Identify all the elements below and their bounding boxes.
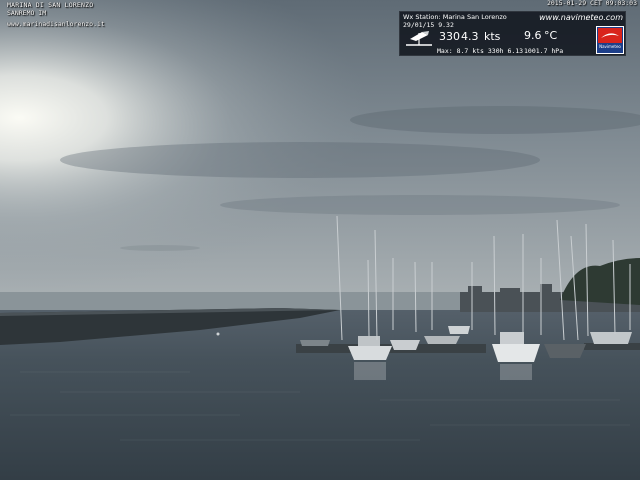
weather-date-time: 29/01/15 9.32 [403,21,454,29]
temperature-unit: °C [544,29,558,42]
wind-unit: kts [484,30,501,43]
navimeteo-logo-mark [598,28,622,43]
navimeteo-logo: Navimeteo [596,26,624,54]
weather-site-link: www.navimeteo.com [539,13,623,22]
pressure-value: 1001.7 hPa [524,47,564,55]
camera-url: www.marinadisanlorenzo.it [7,20,105,28]
navimeteo-logo-label: Navimeteo [599,44,621,49]
temperature-value: 9.6 [524,29,542,42]
camera-timestamp: 2015-01-29 CET 09:03:03 [546,0,637,7]
camera-title: MARINA DI SAN LORENZO [7,1,94,9]
harbor-scene [0,0,640,480]
wind-speed: 4.3 [461,30,479,43]
weather-panel: Wx Station: Marina San Lorenzo www.navim… [399,11,626,56]
max-wind-line: Max: 8.7 kts 330h 6.13 [437,47,524,55]
wind-direction: 330 [439,30,460,43]
station-name: Wx Station: Marina San Lorenzo [403,13,507,21]
camera-subtitle: SANREMO IM [7,9,47,17]
wind-vane-icon [406,31,432,46]
